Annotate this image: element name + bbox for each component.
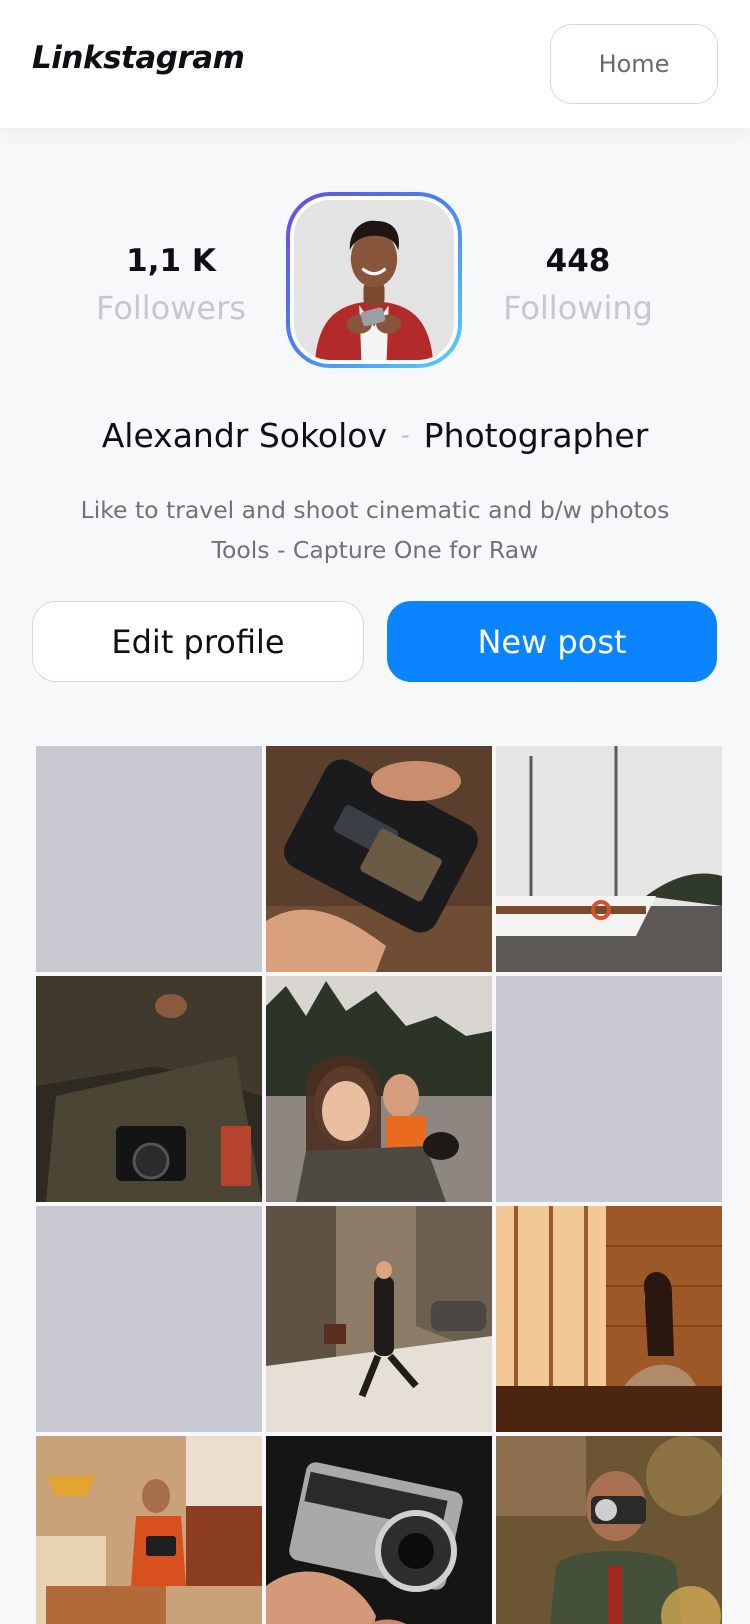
living-room-man-image [36,1436,262,1624]
post-thumbnail[interactable] [496,1436,722,1624]
name-separator: - [401,421,410,449]
following-count: 448 [545,243,611,279]
profile-bio: Like to travel and shoot cinematic and b… [0,490,750,570]
sailboats-image [496,746,722,972]
post-placeholder[interactable] [36,1206,262,1432]
post-thumbnail[interactable] [266,1206,492,1432]
followers-count: 1,1 K [126,243,216,279]
profile-name: Alexandr Sokolov [101,416,387,455]
bio-line: Tools - Capture One for Raw [211,536,539,564]
post-placeholder[interactable] [496,976,722,1202]
edit-profile-button[interactable]: Edit profile [32,601,364,682]
bio-line: Like to travel and shoot cinematic and b… [80,496,670,524]
followers-label: Followers [96,289,246,327]
following-label: Following [503,289,653,327]
new-post-button[interactable]: New post [387,601,717,682]
profile-occupation: Photographer [423,416,649,455]
app-logo[interactable]: Linkstagram [32,40,245,76]
woman-window-image [496,1206,722,1432]
following-stat[interactable]: 448 Following [468,241,688,331]
post-thumbnail[interactable] [36,1436,262,1624]
post-placeholder[interactable] [36,746,262,972]
snowy-street-image [266,1206,492,1432]
post-thumbnail[interactable] [496,746,722,972]
vintage-camera-man-image [36,976,262,1202]
post-thumbnail[interactable] [266,976,492,1202]
profile-name-line: Alexandr Sokolov - Photographer [0,410,750,461]
posts-grid [36,746,722,1624]
top-bar: Linkstagram Home [0,0,750,128]
outdoor-photographer-image [496,1436,722,1624]
home-button[interactable]: Home [550,24,718,104]
silver-camera-image [266,1436,492,1624]
followers-stat[interactable]: 1,1 K Followers [61,241,281,331]
avatar-photo [294,200,454,360]
couple-selfie-image [266,976,492,1202]
profile-photo-image [294,200,454,360]
post-thumbnail[interactable] [266,746,492,972]
post-thumbnail[interactable] [496,1206,722,1432]
hands-camera-image [266,746,492,972]
post-thumbnail[interactable] [266,1436,492,1624]
post-thumbnail[interactable] [36,976,262,1202]
avatar[interactable] [286,192,462,368]
